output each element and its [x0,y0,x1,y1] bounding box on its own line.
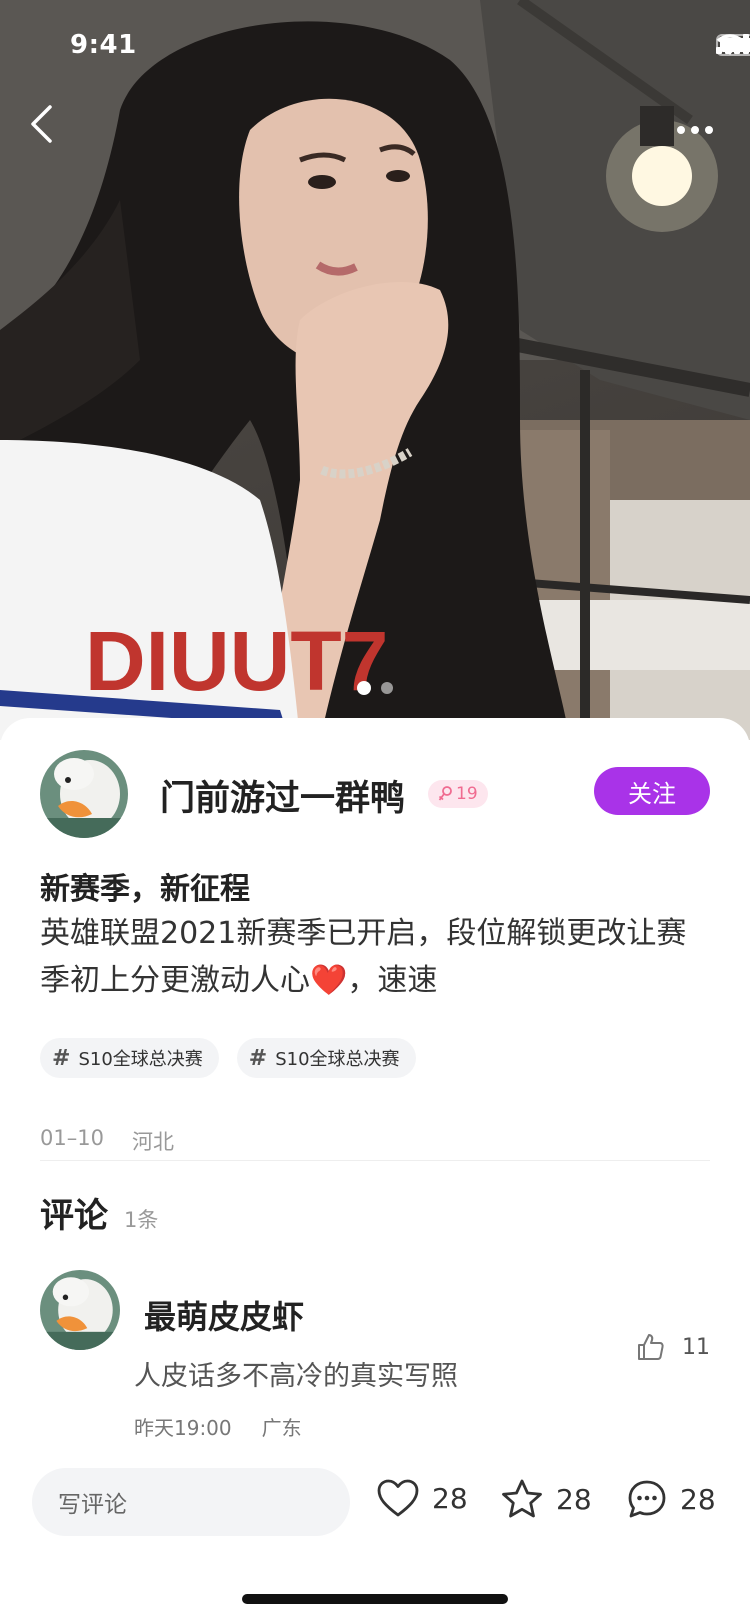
commenter-name[interactable]: 最萌皮皮虾 [144,1292,304,1338]
like-count: 28 [432,1481,468,1515]
favorite-count: 28 [556,1482,592,1516]
comment-text: 人皮话多不高冷的真实写照 [134,1361,458,1392]
comment-like-button[interactable]: 11 [636,1332,710,1362]
topic-tag[interactable]: # S10全球总决赛 [236,1038,416,1078]
bottom-action-bar: 写评论 28 28 28 [0,1468,750,1540]
star-icon [502,1479,542,1518]
post-location: 河北 [131,1130,174,1154]
author-avatar[interactable] [40,750,128,838]
comments-header: 评论 1条 [40,1188,158,1237]
hashtag-icon: # [248,1045,268,1071]
level-badge: 19 [428,780,488,808]
status-time: 9:41 [70,30,137,60]
like-button[interactable]: 28 [376,1478,468,1518]
comment-like-count: 11 [682,1334,710,1360]
post-title: 新赛季，新征程 [40,872,250,907]
topic-tag[interactable]: # S10全球总决赛 [40,1038,219,1078]
more-options-button[interactable] [674,110,724,150]
home-indicator [242,1594,508,1604]
topic-tag-label: S10全球总决赛 [275,1049,400,1070]
chat-bubble-icon [628,1480,666,1518]
author-row: 门前游过一群鸭 19 关注 [40,750,710,838]
heart-icon [377,1479,419,1517]
favorite-button[interactable]: 28 [500,1478,592,1520]
back-button[interactable] [28,104,68,160]
comments-button[interactable]: 28 [626,1478,716,1520]
more-dot-icon [691,126,699,134]
comment-input[interactable]: 写评论 [32,1468,350,1536]
comments-title: 评论 [40,1196,108,1236]
battery-icon [716,34,750,56]
topic-tags: # S10全球总决赛 # S10全球总决赛 [40,1038,416,1078]
more-dot-icon [677,126,685,134]
gender-female-icon [438,786,452,801]
duck-avatar-image [40,1270,120,1350]
comment-location: 广东 [261,1416,302,1440]
author-name[interactable]: 门前游过一群鸭 [160,770,405,821]
duck-avatar-image [40,750,128,838]
post-meta: 01–10 河北 [40,1126,174,1156]
post-date: 01–10 [40,1126,104,1150]
post-body: 英雄联盟2021新赛季已开启，段位解锁更改让赛季初上分更激动人心❤️，速速 [40,916,687,998]
divider [40,1160,710,1161]
post-photo: DIUUT7 [0,0,750,740]
carousel-dot-active [357,681,371,695]
thumbs-up-icon [638,1334,664,1360]
topic-tag-label: S10全球总决赛 [78,1049,203,1070]
chevron-left-icon [31,105,52,143]
comment-time: 昨天19:00 [134,1416,232,1440]
comments-count-action: 28 [680,1482,716,1516]
post-image-carousel[interactable]: DIUUT7 9:41 [0,0,750,740]
comments-count: 1条 [124,1208,159,1232]
carousel-indicator [0,681,750,695]
status-bar: 9:41 [0,0,750,96]
more-dot-icon [705,126,713,134]
comment-item: 最萌皮皮虾 人皮话多不高冷的真实写照 昨天19:00 广东 11 [40,1270,710,1450]
comment-meta: 昨天19:00 广东 [134,1412,302,1441]
follow-button[interactable]: 关注 [594,767,710,815]
carousel-dot [381,682,393,694]
commenter-avatar[interactable] [40,1270,120,1350]
level-value: 19 [456,784,478,804]
hashtag-icon: # [52,1045,71,1071]
